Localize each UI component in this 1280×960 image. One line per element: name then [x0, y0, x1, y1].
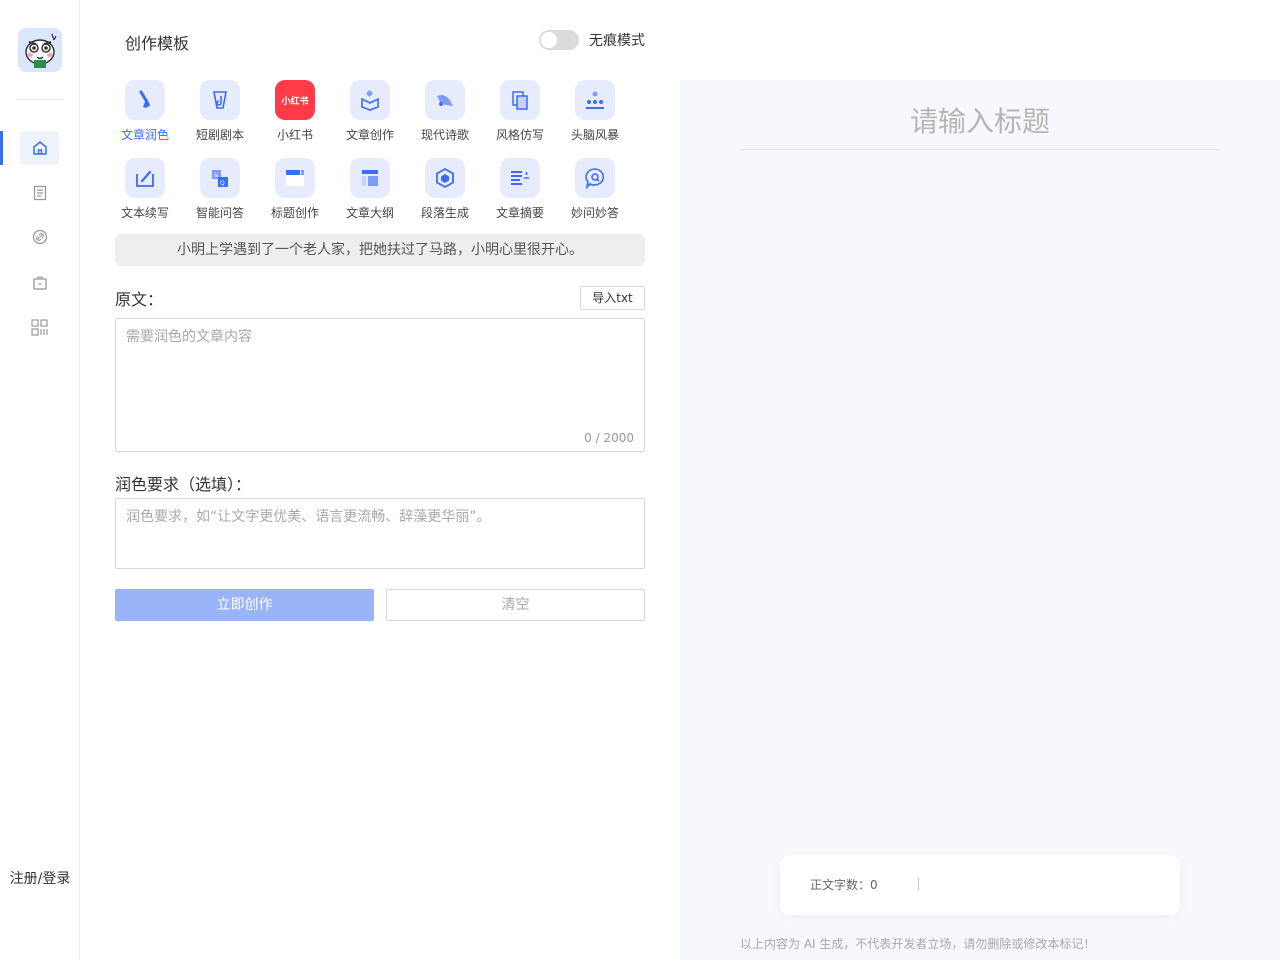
template-title-creation[interactable]: 标题创作	[265, 158, 325, 221]
import-txt-button[interactable]: 导入txt	[580, 286, 645, 310]
qa-cards-icon: & Q	[200, 158, 240, 198]
template-article-summary[interactable]: 文章摘要	[490, 158, 550, 221]
example-prompt[interactable]: 小明上学遇到了一个老人家，把她扶过了马路，小明心里很开心。	[115, 234, 645, 266]
template-article-outline[interactable]: 文章大纲	[340, 158, 400, 221]
template-article-writing[interactable]: 文章创作	[340, 80, 400, 143]
mascot-logo-icon[interactable]	[18, 28, 62, 72]
svg-text:Q: Q	[220, 180, 225, 187]
template-smart-qa[interactable]: & Q 智能问答	[190, 158, 250, 221]
app-root: 注册/登录 创作模板 无痕模式 文章润色 短剧剧本 小红书 小红书 文章创作 现…	[0, 0, 1280, 960]
char-counter: 0 / 2000	[584, 431, 634, 445]
template-article-polish[interactable]: 文章润色	[115, 80, 175, 143]
incognito-toggle-group: 无痕模式	[539, 30, 645, 50]
word-count: 正文字数：0	[810, 878, 878, 892]
hexagon-icon	[425, 158, 465, 198]
incognito-label: 无痕模式	[589, 33, 645, 49]
ai-disclaimer: 以上内容为 AI 生成，不代表开发者立场，请勿删除或修改本标记！	[740, 937, 1096, 951]
template-modern-poetry[interactable]: 现代诗歌	[415, 80, 475, 143]
editor-area: 请输入标题 正文字数：0 以上内容为 AI 生成，不代表开发者立场，请勿删除或修…	[680, 80, 1280, 960]
xiaohongshu-badge-text: 小红书	[281, 96, 309, 107]
template-clever-qa[interactable]: 妙问妙答	[565, 158, 625, 221]
template-text-continuation[interactable]: 文本续写	[115, 158, 175, 221]
template-brainstorm[interactable]: 头脑风暴	[565, 80, 625, 143]
music-pen-icon	[200, 80, 240, 120]
title-window-icon	[275, 158, 315, 198]
title-input[interactable]: 请输入标题	[740, 100, 1220, 150]
nav-item-documents[interactable]	[20, 176, 59, 210]
nav-active-indicator	[0, 131, 3, 165]
nav-item-apps[interactable]	[20, 311, 59, 345]
requirement-label: 润色要求（选填）：	[115, 475, 252, 494]
original-label: 原文：	[115, 290, 164, 309]
home-icon	[32, 141, 47, 155]
stats-separator	[918, 877, 919, 891]
outline-layout-icon	[350, 158, 390, 198]
login-link[interactable]: 注册/登录	[0, 868, 80, 888]
create-now-button[interactable]: 立即创作	[115, 589, 374, 621]
toggle-knob	[541, 32, 557, 48]
link-circle-icon	[32, 229, 47, 245]
requirement-input[interactable]: 润色要求，如“让文字更优美、语言更流畅、辞藻更华丽”。	[115, 498, 645, 569]
copy-document-icon	[500, 80, 540, 120]
svg-text:&: &	[214, 172, 219, 179]
template-style-imitation[interactable]: 风格仿写	[490, 80, 550, 143]
nav-item-links[interactable]	[20, 220, 59, 254]
panel-title: 创作模板	[125, 34, 190, 53]
xiaohongshu-logo-icon: 小红书	[275, 80, 315, 120]
fan-icon	[425, 80, 465, 120]
stats-bar: 正文字数：0	[780, 855, 1180, 915]
incognito-toggle[interactable]	[539, 30, 579, 50]
template-paragraph-generation[interactable]: 段落生成	[415, 158, 475, 221]
original-text-input[interactable]: 需要润色的文章内容 0 / 2000	[115, 318, 645, 452]
template-short-drama[interactable]: 短剧剧本	[190, 80, 250, 143]
briefcase-icon	[32, 276, 47, 290]
summary-lines-icon	[500, 158, 540, 198]
sidebar: 注册/登录	[0, 0, 80, 960]
brush-icon	[125, 80, 165, 120]
chat-bubble-q-icon	[575, 158, 615, 198]
requirement-placeholder: 润色要求，如“让文字更优美、语言更流畅、辞藻更华丽”。	[126, 509, 491, 525]
people-group-icon	[575, 80, 615, 120]
nav-item-home[interactable]	[20, 131, 59, 165]
template-xiaohongshu[interactable]: 小红书 小红书	[265, 80, 325, 143]
nav-item-toolbox[interactable]	[20, 266, 59, 300]
sidebar-divider	[16, 99, 64, 100]
edit-box-icon	[125, 158, 165, 198]
original-placeholder: 需要润色的文章内容	[126, 329, 252, 345]
document-list-icon	[33, 185, 46, 201]
clear-button[interactable]: 清空	[386, 589, 645, 621]
open-box-icon	[350, 80, 390, 120]
apps-grid-icon	[30, 319, 48, 336]
